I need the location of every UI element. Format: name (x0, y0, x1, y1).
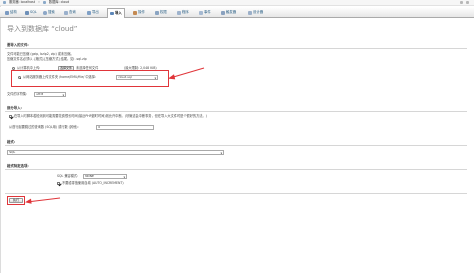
tab-label: 导出 (92, 10, 99, 15)
tab-label: 操作 (138, 10, 145, 15)
tab-designer[interactable]: 设计器 (245, 8, 266, 17)
tab-routines[interactable]: 程序 (174, 8, 192, 17)
chevron-down-icon: ▼ (220, 151, 223, 155)
tab-bar: 结构 SQL 搜索 查询 导出 导入 操作 权限 程序 事件 触发器 设计器 (0, 7, 474, 18)
chevron-down-icon: ▼ (123, 175, 126, 179)
tab-structure[interactable]: 结构 (2, 8, 20, 17)
encoding-label: 文件的字符集: (7, 92, 28, 97)
tab-operations[interactable]: 操作 (130, 8, 148, 17)
tab-label: 结构 (10, 10, 17, 15)
tab-label: 程序 (182, 10, 189, 15)
encoding-select[interactable]: utf-8 ▼ (34, 92, 66, 98)
compression-hint: 文件可能已压缩 (gzip, bzip2, zip) 或未压缩。 (7, 52, 74, 56)
operations-icon (133, 11, 137, 15)
tab-query[interactable]: 查询 (61, 8, 79, 17)
no-auto-increment-zero-checkbox[interactable] (57, 182, 61, 186)
tab-label: 触发器 (226, 10, 237, 15)
tab-search[interactable]: 搜索 (40, 8, 58, 17)
breadcrumb-database[interactable]: 数据库: cloud (49, 0, 69, 4)
breadcrumb: 服务器: localhost » 数据库: cloud (3, 0, 69, 5)
tab-events[interactable]: 事件 (196, 8, 214, 17)
compat-mode-select[interactable]: NONE ▼ (83, 174, 127, 180)
divider (5, 111, 467, 112)
format-section-title: 格式: (7, 140, 16, 144)
tab-label: 权限 (160, 10, 167, 15)
events-icon (199, 11, 203, 15)
annotation-highlight-box (7, 196, 25, 205)
partial-section-title: 部分导入: (7, 106, 22, 110)
import-icon (110, 11, 114, 16)
annotation-highlight-box (11, 70, 169, 87)
tab-label: 事件 (204, 10, 211, 15)
page-frame (0, 0, 474, 273)
routines-icon (177, 11, 181, 15)
compat-mode-value: NONE (85, 174, 94, 179)
sql-icon (25, 11, 29, 15)
skip-rows-input[interactable]: 0 (96, 125, 154, 131)
tab-sql[interactable]: SQL (22, 8, 40, 17)
database-icon (42, 1, 46, 5)
divider (5, 145, 467, 146)
tab-import[interactable]: 导入 (107, 8, 125, 18)
divider (5, 169, 467, 170)
format-value: SQL (9, 150, 16, 155)
encoding-value: utf-8 (36, 92, 44, 97)
top-breadcrumb-bar: 服务器: localhost » 数据库: cloud (0, 0, 474, 6)
triggers-icon (221, 11, 225, 15)
tab-export[interactable]: 导出 (84, 8, 102, 17)
export-icon (87, 11, 91, 15)
collapse-icon[interactable] (466, 1, 469, 4)
options-section-title: 格式特定选项: (7, 164, 29, 168)
tab-label: 导入 (115, 10, 122, 15)
skip-rows-label: 从首行起要跳过的查询数 (SQL用) 或行数 (其他): (9, 125, 79, 130)
compat-mode-label: SQL 兼容模式: (57, 174, 79, 179)
topbar-tools (460, 1, 469, 4)
tab-label: 查询 (69, 10, 76, 15)
structure-icon (5, 11, 9, 15)
chevron-down-icon: ▼ (62, 93, 65, 97)
privileges-icon (155, 11, 159, 15)
settings-icon[interactable] (460, 1, 463, 4)
query-icon (64, 11, 68, 15)
search-icon (43, 11, 47, 15)
divider (5, 193, 467, 194)
file-section-title: 要导入的文件: (7, 43, 29, 47)
page-title: 导入到数据库 “cloud” (7, 25, 78, 33)
allow-interrupt-checkbox[interactable] (9, 115, 13, 119)
filename-hint: 压缩文件名必须以 .[格式].[压缩方式] 结尾。如: .sql.zip (7, 57, 87, 61)
tab-label: 搜索 (48, 10, 55, 15)
no-auto-increment-zero-label: 不要给零值使用自增 (AUTO_INCREMENT) (62, 181, 124, 186)
tab-triggers[interactable]: 触发器 (218, 8, 239, 17)
tab-privileges[interactable]: 权限 (152, 8, 170, 17)
format-select[interactable]: SQL ▼ (7, 150, 224, 156)
divider (5, 48, 467, 49)
breadcrumb-server[interactable]: 服务器: localhost (9, 0, 35, 4)
server-icon (3, 1, 6, 5)
tab-label: 设计器 (253, 10, 264, 15)
designer-icon (248, 11, 252, 15)
breadcrumb-separator-icon: » (37, 0, 40, 4)
tab-label: SQL (30, 10, 37, 15)
allow-interrupt-label: 在导入时脚本若检测到可能需要花费很长时间(接近PHP超时时间)则允许中断。(尽管… (14, 114, 207, 119)
